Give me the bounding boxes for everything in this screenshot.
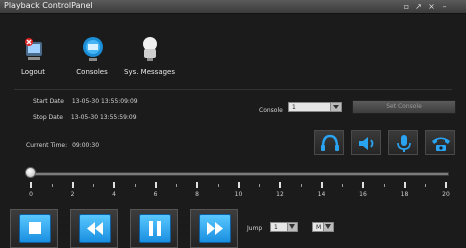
timeline-tick-label: 10 xyxy=(234,191,243,198)
pause-icon xyxy=(149,221,161,236)
console-label: Console xyxy=(259,107,283,114)
headphones-button[interactable] xyxy=(314,130,344,155)
timeline-tick xyxy=(71,182,74,188)
microphone-button[interactable] xyxy=(388,130,418,155)
timeline-minor-tick xyxy=(51,184,53,187)
telephone-button[interactable] xyxy=(425,130,455,155)
timeline-tick-label: 16 xyxy=(359,191,367,198)
current-time-row: Current Time: 09:00:30 xyxy=(26,142,100,149)
window-title: Playback ControlPanel xyxy=(4,1,93,10)
timeline-tick-label: 0 xyxy=(29,191,33,198)
consoles-icon xyxy=(83,37,103,61)
logout-label: Logout xyxy=(21,68,45,76)
timeline-tick xyxy=(196,182,198,188)
timeline-tick-label: 14 xyxy=(317,191,326,198)
timeline-minor-tick xyxy=(259,184,261,187)
telephone-icon xyxy=(432,137,450,151)
timeline-tick xyxy=(362,182,364,188)
headphones-icon xyxy=(321,134,339,151)
fast-forward-icon xyxy=(207,222,223,235)
timeline-tick xyxy=(279,182,281,188)
stop-button[interactable] xyxy=(10,209,58,248)
timeline-tick-label: 20 xyxy=(442,191,450,198)
jump-unit-value: M xyxy=(316,224,322,231)
stop-date-row: Stop Date 13-05-30 13:55:59:09 xyxy=(33,114,137,121)
start-date-value: 13-05-30 13:55:09:09 xyxy=(71,98,138,105)
chevron-down-icon[interactable] xyxy=(330,103,341,111)
toolbar: Logout Consoles Sys. Messages xyxy=(16,30,456,84)
minimize-icon[interactable]: – xyxy=(440,2,449,11)
console-select[interactable]: 1 xyxy=(288,102,342,112)
pause-button[interactable] xyxy=(130,209,178,248)
stop-date-value: 13-05-30 13:55:59:09 xyxy=(70,114,137,121)
current-time-label: Current Time xyxy=(26,142,66,149)
rewind-icon xyxy=(87,222,103,235)
timeline-tick xyxy=(30,182,32,188)
timeline-tick xyxy=(403,182,406,188)
chevron-down-icon[interactable] xyxy=(287,223,297,231)
messages-icon xyxy=(143,37,157,61)
speaker-button[interactable] xyxy=(351,130,381,155)
timeline-tick xyxy=(237,182,240,188)
consoles-label: Consoles xyxy=(76,68,108,76)
console-select-value: 1 xyxy=(292,104,296,111)
set-console-button[interactable]: Set Console xyxy=(352,100,456,114)
restore-icon[interactable]: ▫ xyxy=(402,2,411,11)
timeline-tick-label: 18 xyxy=(400,191,409,198)
current-time-value: 09:00:30 xyxy=(72,142,100,149)
timeline-tick-label: 4 xyxy=(112,191,116,198)
timeline-tick xyxy=(113,182,115,188)
timeline-tick-label: 2 xyxy=(70,191,75,198)
timeline-minor-tick xyxy=(342,184,344,187)
timeline-minor-tick xyxy=(425,184,427,187)
timeline-minor-tick xyxy=(300,184,302,187)
sys-messages-button[interactable]: Sys. Messages xyxy=(124,30,176,84)
timeline-minor-tick xyxy=(176,184,178,187)
timeline-minor-tick xyxy=(217,184,219,187)
timeline-tick-label: 12 xyxy=(276,191,284,198)
jump-amount-value: 1 xyxy=(274,224,278,231)
pin-icon[interactable]: ↗ xyxy=(414,2,423,11)
fast-forward-button[interactable] xyxy=(190,209,238,248)
logout-icon xyxy=(25,38,42,60)
stop-icon xyxy=(29,222,41,234)
logout-button[interactable]: Logout xyxy=(8,30,58,84)
timeline-tick xyxy=(154,182,157,188)
timeline-minor-tick xyxy=(134,184,136,187)
jump-amount-select[interactable]: 1 xyxy=(270,222,298,232)
timeline-tick-label: 6 xyxy=(153,191,158,198)
timeline-tick xyxy=(320,182,323,188)
title-bar: Playback ControlPanel ▫ ↗ × – xyxy=(0,0,466,14)
divider xyxy=(14,89,452,90)
timeline-minor-tick xyxy=(93,184,95,187)
chevron-down-icon[interactable] xyxy=(323,223,333,231)
jump-unit-select[interactable]: M xyxy=(312,222,334,232)
timeline-tick xyxy=(445,182,447,188)
rewind-button[interactable] xyxy=(70,209,118,248)
sys-messages-label: Sys. Messages xyxy=(124,68,176,76)
stop-date-label: Stop Date xyxy=(33,114,63,121)
timeline-tick-label: 8 xyxy=(195,191,199,198)
consoles-button[interactable]: Consoles xyxy=(67,30,117,84)
close-icon[interactable]: × xyxy=(427,2,436,11)
timeline-minor-tick xyxy=(383,184,385,187)
timeline-track[interactable] xyxy=(31,172,449,176)
start-date-label: Start Date xyxy=(33,98,64,105)
start-date-row: Start Date 13-05-30 13:55:09:09 xyxy=(33,98,138,105)
speaker-icon xyxy=(359,137,374,150)
timeline-thumb[interactable] xyxy=(25,167,36,178)
microphone-icon xyxy=(397,135,411,152)
jump-label: Jump xyxy=(247,225,263,232)
